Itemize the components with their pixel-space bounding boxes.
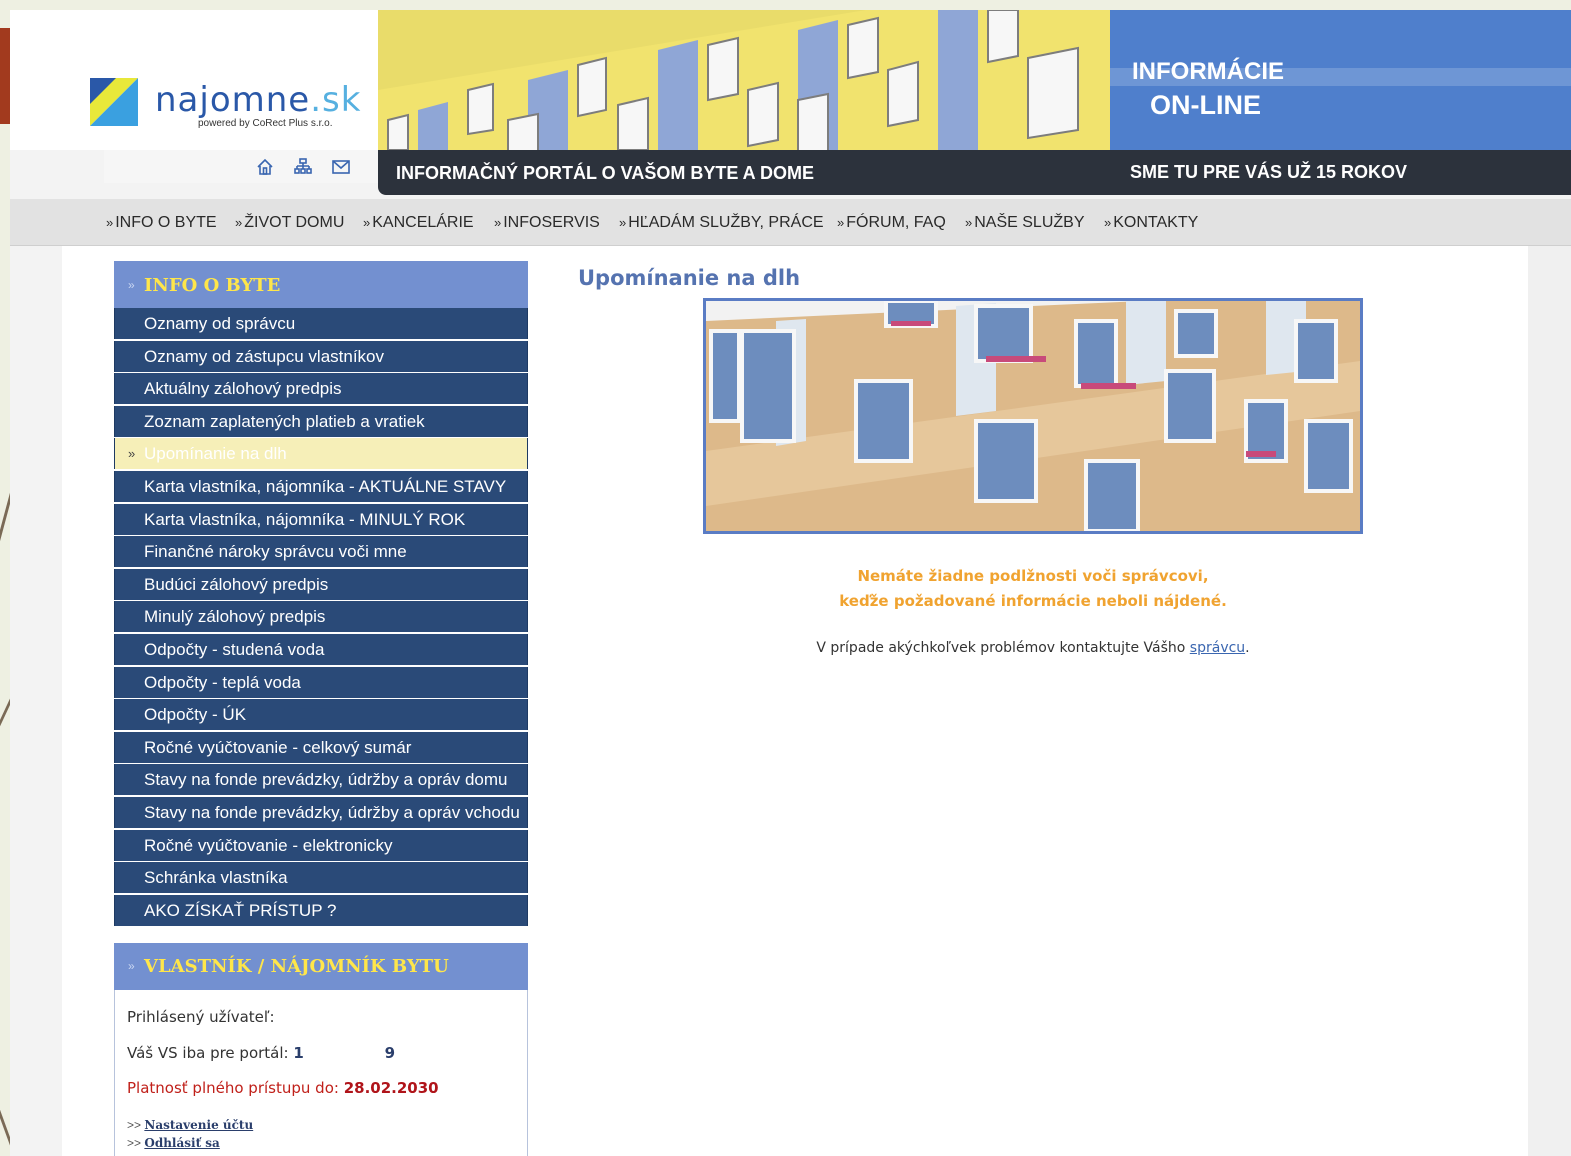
vs-row: Váš VS iba pre portál: 1 9	[127, 1044, 395, 1062]
contact-manager-link[interactable]: správcu	[1190, 640, 1245, 656]
vs-value-b: 9	[384, 1044, 396, 1062]
sidebar-item[interactable]: Aktuálny zálohový predpis	[114, 373, 528, 405]
logo-mark-icon	[90, 78, 138, 126]
access-label: Platnosť plného prístupu do:	[127, 1079, 339, 1097]
sidebar-item[interactable]: Karta vlastníka, nájomníka - MINULÝ ROK	[114, 503, 528, 535]
sidebar-item-label: Upomínanie na dlh	[144, 444, 287, 464]
sidebar-item[interactable]: Oznamy od zástupcu vlastníkov	[114, 340, 528, 372]
nav-item-forum-faq[interactable]: » FÓRUM, FAQ	[837, 214, 946, 232]
chevron-right-icon: »	[128, 278, 135, 292]
sitemap-icon[interactable]	[294, 158, 312, 176]
sidebar-item-active[interactable]: » Upomínanie na dlh	[114, 438, 528, 470]
contact-end: .	[1245, 640, 1250, 656]
sidebar-item[interactable]: Schránka vlastníka	[114, 862, 528, 894]
account-settings-link[interactable]: Nastavenie účtu	[144, 1118, 253, 1132]
sidebar-item[interactable]: Minulý zálohový predpis	[114, 601, 528, 633]
active-marker: »	[128, 446, 136, 462]
logged-user-label: Prihlásený užívateľ:	[127, 1008, 275, 1026]
home-icon[interactable]	[256, 158, 274, 176]
building-photo	[706, 301, 1360, 531]
contact-text: V prípade akýchkoľvek problémov kontaktu…	[816, 640, 1186, 656]
nav-item-infoservis[interactable]: » INFOSERVIS	[494, 214, 600, 232]
sidebar-item[interactable]: Odpočty - teplá voda	[114, 666, 528, 698]
logo-text: najomne.sk	[155, 80, 362, 120]
sidebar-header: » INFO O BYTE	[114, 261, 528, 309]
sidebar-item[interactable]: AKO ZÍSKAŤ PRÍSTUP ?	[114, 894, 528, 926]
sidebar-item[interactable]: Zoznam zaplatených platieb a vratiek	[114, 405, 528, 437]
online-info-box: INFORMÁCIE ON-LINE	[1110, 10, 1571, 152]
logout-link[interactable]: Odhlásiť sa	[144, 1136, 219, 1150]
sidebar-item[interactable]: Ročné vyúčtovanie - celkový sumár	[114, 731, 528, 763]
double-chevron-icon: >>	[127, 1118, 142, 1132]
no-debt-message-line2: keďže požadované informácie neboli nájde…	[839, 592, 1227, 610]
access-date: 28.02.2030	[343, 1079, 439, 1097]
right-background-strip	[1528, 246, 1571, 1156]
sidebar-item[interactable]: Ročné vyúčtovanie - elektronicky	[114, 829, 528, 861]
online-title-line2: ON-LINE	[1150, 90, 1261, 120]
nav-item-hladam-sluzby[interactable]: » HĽADÁM SLUŽBY, PRÁCE	[619, 214, 824, 232]
logo-subtitle: powered by CoRect Plus s.r.o.	[198, 118, 333, 129]
sidebar-item[interactable]: Stavy na fonde prevádzky, údržby a opráv…	[114, 796, 528, 828]
logout-row: >> Odhlásiť sa	[127, 1136, 220, 1150]
sidebar-item[interactable]: Oznamy od správcu	[114, 308, 528, 339]
double-chevron-icon: >>	[127, 1136, 142, 1150]
header-icons-bar	[104, 150, 378, 183]
top-navigation: » INFO O BYTE » ŽIVOT DOMU » KANCELÁRIE » IN…	[10, 199, 1571, 246]
access-row: Platnosť plného prístupu do: 28.02.2030	[127, 1079, 439, 1097]
header-banner-image	[378, 10, 1110, 152]
mail-icon[interactable]	[332, 158, 350, 176]
vs-label: Váš VS iba pre portál:	[127, 1044, 289, 1062]
nav-item-kontakty[interactable]: » KONTAKTY	[1104, 214, 1198, 232]
sidebar-menu: Oznamy od správcu Oznamy od zástupcu vla…	[114, 308, 528, 927]
owner-panel: Prihlásený užívateľ: Váš VS iba pre port…	[114, 990, 528, 1156]
sidebar-item[interactable]: Karta vlastníka, nájomníka - AKTUÁLNE ST…	[114, 470, 528, 502]
sidebar-item[interactable]: Budúci zálohový predpis	[114, 568, 528, 600]
chevron-right-icon: »	[128, 959, 135, 973]
online-title-line1: INFORMÁCIE	[1132, 58, 1284, 85]
page-title: Upomínanie na dlh	[578, 266, 801, 290]
portal-bar: INFORMAČNÝ PORTÁL O VAŠOM BYTE A DOME SM…	[378, 150, 1571, 195]
no-debt-message-line1: Nemáte žiadne podlžnosti voči správcovi,	[857, 567, 1209, 585]
sidebar-item[interactable]: Finančné nároky správcu voči mne	[114, 536, 528, 568]
nav-item-zivot-domu[interactable]: » ŽIVOT DOMU	[235, 214, 344, 232]
vs-value-a: 1	[293, 1044, 304, 1062]
contact-note: V prípade akýchkoľvek problémov kontaktu…	[703, 640, 1363, 656]
portal-title: INFORMAČNÝ PORTÁL O VAŠOM BYTE A DOME	[396, 163, 815, 183]
owner-panel-header: » VLASTNÍK / NÁJOMNÍK BYTU	[114, 943, 528, 990]
logo-area[interactable]: najomne.sk powered by CoRect Plus s.r.o.	[10, 10, 378, 150]
nav-item-kancelarie[interactable]: » KANCELÁRIE	[363, 214, 474, 232]
nav-item-info-o-byte[interactable]: » INFO O BYTE	[106, 214, 217, 232]
settings-row: >> Nastavenie účtu	[127, 1118, 253, 1132]
sidebar-title: INFO O BYTE	[144, 275, 281, 296]
sidebar-item[interactable]: Odpočty - ÚK	[114, 699, 528, 731]
nav-item-nase-sluzby[interactable]: » NAŠE SLUŽBY	[965, 214, 1085, 232]
sidebar-item[interactable]: Stavy na fonde prevádzky, údržby a opráv…	[114, 764, 528, 796]
portal-slogan: SME TU PRE VÁS UŽ 15 ROKOV	[1130, 162, 1408, 182]
sidebar-item[interactable]: Odpočty - studená voda	[114, 633, 528, 665]
building-photo-frame	[703, 298, 1363, 534]
owner-panel-title: VLASTNÍK / NÁJOMNÍK BYTU	[144, 956, 449, 977]
